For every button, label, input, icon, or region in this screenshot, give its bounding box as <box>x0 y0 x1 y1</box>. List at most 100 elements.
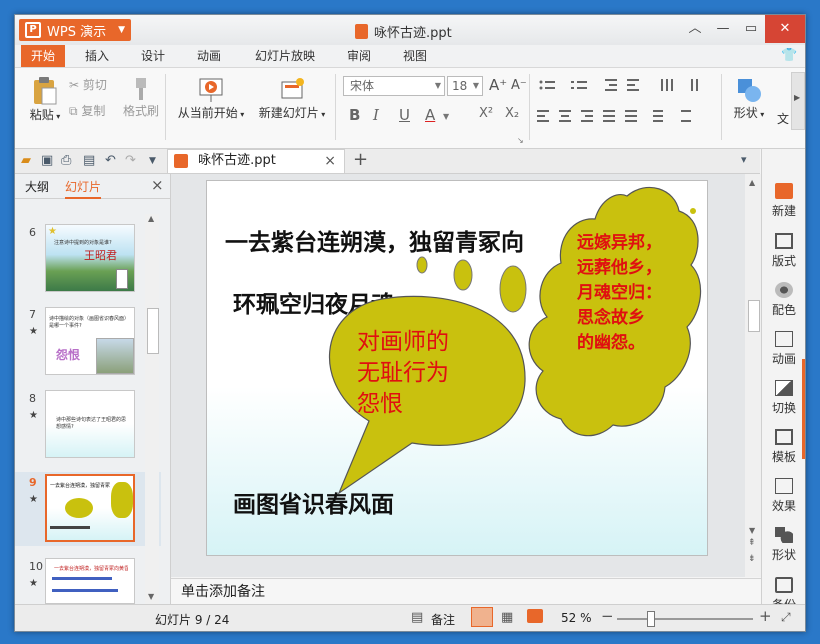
align-center-icon[interactable] <box>559 110 571 122</box>
font-size-select[interactable]: 18 ▼ <box>447 76 483 96</box>
tab-animation[interactable]: 动画 <box>197 45 221 67</box>
print-preview-icon[interactable]: ▤ <box>83 153 95 168</box>
align-right-icon[interactable] <box>581 110 593 122</box>
fit-window-icon[interactable]: ⤢ <box>781 610 791 625</box>
cut-button[interactable]: ✂ 剪切 <box>69 76 107 93</box>
tab-view[interactable]: 视图 <box>403 45 427 67</box>
open-folder-icon[interactable]: ▰ <box>21 153 31 168</box>
columns-icon[interactable] <box>661 79 673 91</box>
app-menu-button[interactable]: P WPS 演示 ▼ <box>19 19 131 41</box>
text-button[interactable]: 文 <box>777 110 789 127</box>
align-left-icon[interactable] <box>537 110 549 122</box>
slide-thumbnail-10[interactable]: 一去紫台连朔漠，独留青冢向黄昏 <box>45 558 135 604</box>
shape-button[interactable]: 形状 ▾ <box>727 76 771 121</box>
bold-button[interactable]: B <box>349 106 360 124</box>
previous-slide-icon[interactable]: ⇞ <box>748 538 756 548</box>
task-effects-button[interactable]: 效果 <box>762 478 805 514</box>
panel-collapse-handle[interactable] <box>802 359 805 459</box>
tab-outline[interactable]: 大纲 <box>25 178 49 195</box>
italic-button[interactable]: I <box>373 106 379 124</box>
task-animation-button[interactable]: 动画 <box>762 331 805 367</box>
task-template-button[interactable]: 模板 <box>762 429 805 465</box>
shirt-icon[interactable]: 👕 <box>781 45 797 67</box>
thumbnail-caption: 诗中那些诗句表达了王昭君的思想感情? <box>56 417 127 430</box>
task-transition-button[interactable]: 切换 <box>762 380 805 416</box>
animation-star-icon: ★ <box>29 410 38 421</box>
task-shapes-button[interactable]: 形状 <box>762 527 805 563</box>
canvas-scrollbar[interactable]: ▲ ▼ ⇞ ⇟ <box>745 174 761 577</box>
tab-slides[interactable]: 幻灯片 <box>65 178 102 199</box>
chevron-down-icon[interactable]: ▼ <box>443 112 449 121</box>
play-from-current-button[interactable]: 从当前开始 ▾ <box>175 76 247 121</box>
decrease-indent-icon[interactable] <box>605 79 617 91</box>
thumbnail-scrollbar[interactable]: ▲ ▼ <box>145 214 159 604</box>
tab-review[interactable]: 审阅 <box>347 45 371 67</box>
undo-icon[interactable]: ↶ <box>105 153 116 168</box>
font-name-select[interactable]: 宋体 ▼ <box>343 76 445 96</box>
document-tab[interactable]: 咏怀古迹.ppt × <box>167 149 345 173</box>
notes-area[interactable]: 单击添加备注 <box>171 578 761 605</box>
slide-thumbnail-8[interactable]: 诗中那些诗句表达了王昭君的思想感情? <box>45 390 135 458</box>
scroll-down-icon[interactable]: ▼ <box>148 592 154 601</box>
justify-icon[interactable] <box>603 110 615 122</box>
ribbon-scroll-right[interactable]: ▶ <box>791 72 805 130</box>
redo-icon[interactable]: ↷ <box>125 153 136 168</box>
print-icon[interactable]: ⎙ <box>61 153 71 168</box>
tab-insert[interactable]: 插入 <box>85 45 109 67</box>
scroll-down-icon[interactable]: ▼ <box>749 526 755 535</box>
notes-icon[interactable]: ▤ <box>411 610 423 625</box>
zoom-in-button[interactable]: + <box>759 607 772 625</box>
tab-slideshow[interactable]: 幻灯片放映 <box>255 45 315 67</box>
numbering-icon[interactable] <box>571 81 587 89</box>
slideshow-button[interactable] <box>527 609 543 623</box>
font-color-button[interactable]: A <box>425 106 435 124</box>
notes-toggle[interactable]: 备注 <box>431 611 455 628</box>
minimize-button[interactable]: — <box>709 15 737 43</box>
bullets-icon[interactable] <box>539 80 556 90</box>
task-color-scheme-button[interactable]: 配色 <box>762 282 805 318</box>
copy-button[interactable]: ⧉ 复制 <box>69 102 105 119</box>
line-spacing-icon[interactable] <box>653 110 663 122</box>
task-new-button[interactable]: 新建 <box>762 183 805 219</box>
grow-font-button[interactable]: A⁺ <box>489 76 507 94</box>
task-layout-button[interactable]: 版式 <box>762 233 805 269</box>
tab-design[interactable]: 设计 <box>141 45 165 67</box>
distribute-icon[interactable] <box>625 110 637 122</box>
close-panel-icon[interactable]: × <box>151 176 164 194</box>
new-slide-button[interactable]: 新建幻灯片 ▾ <box>255 76 329 121</box>
ribbon-toggle-icon[interactable]: ︿ <box>681 15 709 43</box>
tab-list-icon[interactable]: ▾ <box>741 153 747 166</box>
task-animation-label: 动画 <box>771 352 796 366</box>
slide-thumbnail-6[interactable]: ★ 注意诗中提到的对象是谁? 王昭君 <box>45 224 135 292</box>
normal-view-button[interactable] <box>471 607 493 627</box>
format-painter-button[interactable]: 格式刷 <box>121 76 161 119</box>
slide-sorter-button[interactable]: ▦ <box>501 610 513 625</box>
slide[interactable]: 一去紫台连朔漠，独留青冢向 环珮空归夜月魂 画图省识春风面 对画师的 无耻行为 … <box>206 180 708 556</box>
shrink-font-button[interactable]: A⁻ <box>511 78 527 93</box>
increase-indent-icon[interactable] <box>627 79 639 91</box>
scrollbar-thumb[interactable] <box>748 300 760 332</box>
customize-quick-access-icon[interactable]: ▼ <box>149 156 156 166</box>
scrollbar-thumb[interactable] <box>147 308 159 354</box>
underline-button[interactable]: U <box>399 106 410 124</box>
superscript-button[interactable]: X² <box>479 106 493 121</box>
zoom-slider[interactable] <box>617 618 753 620</box>
scroll-up-icon[interactable]: ▲ <box>749 178 755 187</box>
paste-button[interactable]: 粘贴 ▾ <box>25 76 65 123</box>
slide-thumbnail-7[interactable]: 诗中描绘的对象（画图省识春风面）是哪一个事件? 怨恨 <box>45 307 135 375</box>
tab-home[interactable]: 开始 <box>21 45 66 67</box>
close-tab-icon[interactable]: × <box>324 150 336 172</box>
vertical-align-icon[interactable] <box>681 110 691 122</box>
next-slide-icon[interactable]: ⇟ <box>748 554 756 564</box>
save-icon[interactable]: ▣ <box>41 153 53 168</box>
slide-thumbnail-9[interactable]: 一去紫台连朔漠，独留青冢向黄昏 <box>45 474 135 542</box>
maximize-button[interactable]: ▭ <box>737 15 765 43</box>
font-dialog-launcher-icon[interactable]: ↘ <box>517 136 524 145</box>
scroll-up-icon[interactable]: ▲ <box>148 214 154 223</box>
zoom-out-button[interactable]: − <box>601 607 614 625</box>
close-button[interactable]: ✕ <box>765 15 805 43</box>
subscript-button[interactable]: X₂ <box>505 106 519 121</box>
zoom-slider-thumb[interactable] <box>647 611 655 627</box>
new-tab-button[interactable]: + <box>353 149 368 170</box>
text-direction-icon[interactable] <box>691 79 698 91</box>
